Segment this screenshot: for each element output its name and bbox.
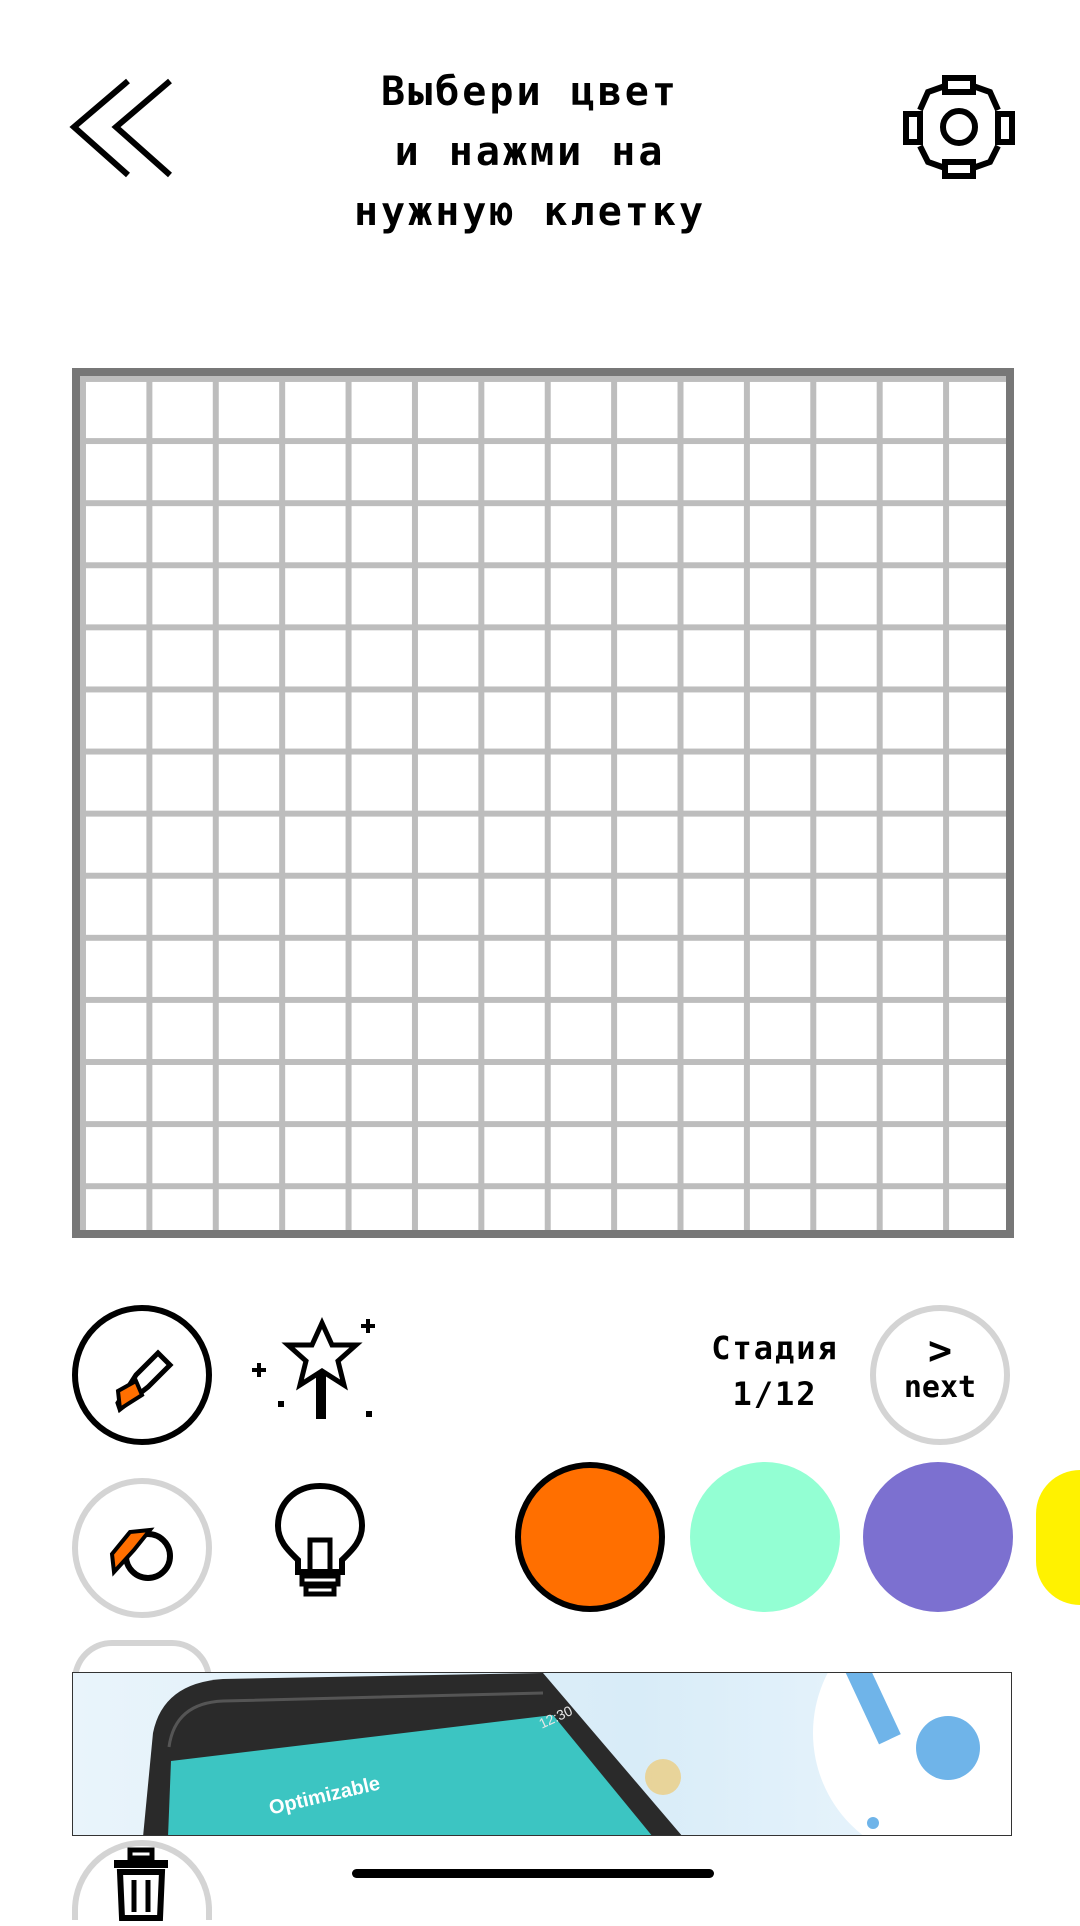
instruction-line: нужную клетку	[353, 189, 707, 235]
pixel-grid[interactable]	[72, 368, 1014, 1238]
fill-tool-button[interactable]	[72, 1478, 212, 1618]
color-swatch-purple[interactable]	[863, 1462, 1013, 1612]
stage-label: Стадия	[711, 1329, 839, 1367]
hint-button[interactable]	[270, 1480, 370, 1600]
magic-wand-icon	[252, 1316, 375, 1419]
color-swatch-orange[interactable]	[515, 1462, 665, 1612]
double-chevron-left-icon	[69, 78, 172, 178]
next-button[interactable]: > next	[870, 1305, 1010, 1445]
lightbulb-icon	[274, 1482, 366, 1597]
ad-illustration	[143, 1673, 1011, 1835]
ad-banner[interactable]: 12:30 Optimizable	[72, 1672, 1012, 1836]
color-swatch-mint[interactable]	[690, 1462, 840, 1612]
color-swatch-yellow[interactable]	[1036, 1470, 1080, 1605]
trash-button[interactable]	[72, 1840, 212, 1921]
chevron-right-icon: >	[927, 1328, 953, 1374]
stage-progress: 1/12	[732, 1375, 818, 1413]
home-indicator[interactable]	[352, 1869, 714, 1878]
settings-button[interactable]	[900, 70, 1020, 185]
stage-indicator: Стадия 1/12	[690, 1325, 860, 1417]
pencil-tool-button[interactable]	[72, 1305, 212, 1445]
gear-icon	[903, 75, 1015, 179]
back-button[interactable]	[66, 75, 176, 180]
next-label: next	[903, 1370, 977, 1405]
instruction-text: Выбери цвет и нажми на нужную клетку	[330, 62, 730, 242]
paint-bucket-icon	[109, 1527, 173, 1581]
trash-icon	[114, 1847, 168, 1921]
magic-tool-button[interactable]	[250, 1315, 390, 1425]
pencil-icon	[115, 1349, 174, 1414]
instruction-line: Выбери цвет	[381, 69, 679, 115]
instruction-line: и нажми на	[394, 129, 666, 175]
